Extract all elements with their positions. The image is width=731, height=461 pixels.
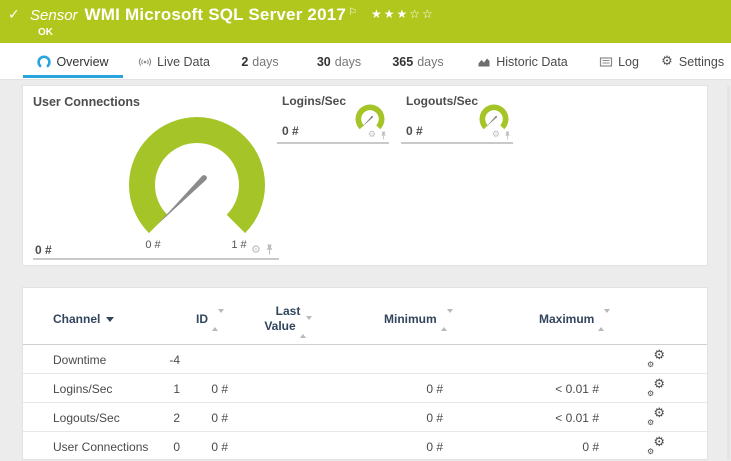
channel-settings-icon[interactable]: ⚙ ⚙ <box>647 348 665 371</box>
channel-table-panel: Channel ID Last Value Minimum Maximum Dow… <box>22 287 708 461</box>
gauge-logouts-value: 0 # <box>406 124 423 138</box>
channel-name-link[interactable]: User Connections <box>53 440 148 454</box>
sort-icons <box>299 316 312 338</box>
sensor-title-line: Sensor WMI Microsoft SQL Server 2017 ⚐ ★★★☆… <box>30 5 435 25</box>
tab-overview[interactable]: Overview <box>23 43 123 80</box>
tab-2-days-number: 2 <box>241 54 249 69</box>
tab-365-days-unit: days <box>417 54 444 69</box>
channel-name-link[interactable]: Logins/Sec <box>53 382 112 396</box>
active-tab-underline <box>23 75 123 78</box>
channel-last-value: 0 # <box>211 440 228 454</box>
channel-last-value: 0 # <box>211 382 228 396</box>
column-header-maximum[interactable]: Maximum <box>539 309 611 331</box>
gauge-logins-block: Logins/Sec 0 # ⚙ <box>277 94 389 144</box>
channel-id: 1 <box>173 382 180 396</box>
channel-name-link[interactable]: Downtime <box>53 353 106 367</box>
gear-icon[interactable]: ⚙ <box>251 244 261 255</box>
table-row: User Connections 0 0 # 0 # 0 # ⚙ ⚙ <box>23 432 707 461</box>
channel-minimum: 0 # <box>426 382 443 396</box>
priority-stars[interactable]: ★★★☆☆ <box>371 7 435 21</box>
tab-30-days-unit: days <box>334 54 362 69</box>
column-header-id[interactable]: ID <box>196 309 224 331</box>
tab-historic-data[interactable]: Historic Data <box>470 43 575 80</box>
tab-30-days-number: 30 <box>316 54 331 69</box>
channel-maximum: < 0.01 # <box>555 382 599 396</box>
tab-log-label: Log <box>618 54 639 69</box>
tab-2-days-unit: days <box>252 54 279 69</box>
gauge-needle <box>157 175 207 225</box>
sensor-kind-label: Sensor <box>30 7 78 24</box>
status-badge: OK <box>38 27 53 38</box>
table-row: Downtime -4 ⚙ ⚙ <box>23 345 707 374</box>
stars-empty: ☆☆ <box>409 7 435 21</box>
sort-icons <box>440 309 453 331</box>
gauge-logins-actions: ⚙ <box>368 131 387 140</box>
tab-settings-label: Settings <box>678 54 725 69</box>
tab-365-days[interactable]: 365 days <box>380 43 456 80</box>
column-header-minimum[interactable]: Minimum <box>384 309 453 331</box>
chart-icon <box>477 55 491 69</box>
gear-icon[interactable]: ⚙ <box>492 131 500 140</box>
channel-settings-icon[interactable]: ⚙ ⚙ <box>647 377 665 400</box>
channel-maximum: < 0.01 # <box>555 411 599 425</box>
sort-icons <box>212 309 224 331</box>
page-title: WMI Microsoft SQL Server 2017 <box>84 5 347 24</box>
column-header-last-value[interactable]: Last Value <box>260 304 316 338</box>
tab-live-data[interactable]: Live Data <box>133 43 215 80</box>
table-row: Logouts/Sec 2 0 # 0 # < 0.01 # ⚙ ⚙ <box>23 403 707 432</box>
gauge-user-connections-actions: ⚙ <box>251 244 274 255</box>
channel-id: 0 <box>173 440 180 454</box>
sort-icons <box>598 309 611 331</box>
tab-2-days[interactable]: 2 days <box>230 43 290 80</box>
settings-gear-icon: ⚙ <box>661 53 673 69</box>
sort-desc-icon <box>106 317 115 322</box>
gauge-logins-title: Logins/Sec <box>282 94 347 108</box>
tab-log[interactable]: Log <box>588 43 650 80</box>
tab-historic-data-label: Historic Data <box>496 54 568 69</box>
gauges-panel: User Connections 0 # 1 # 0 # ⚙ Logins/Se… <box>22 85 708 266</box>
channel-minimum: 0 # <box>426 440 443 454</box>
tab-live-data-label: Live Data <box>157 54 210 69</box>
gauge-user-connections-value: 0 # <box>35 243 52 257</box>
channel-settings-icon[interactable]: ⚙ ⚙ <box>647 435 665 458</box>
gauge-user-connections[interactable] <box>126 114 268 238</box>
tab-settings[interactable]: ⚙ Settings <box>658 43 726 80</box>
gauge-logouts-block: Logouts/Sec 0 # ⚙ <box>401 94 513 144</box>
gauge-section-divider <box>33 258 279 260</box>
gear-icon[interactable]: ⚙ <box>368 131 376 140</box>
gauge-logouts-actions: ⚙ <box>492 131 511 140</box>
status-check-icon: ✓ <box>8 7 20 23</box>
gauge-icon <box>37 54 52 69</box>
column-header-channel[interactable]: Channel <box>53 312 115 326</box>
channel-id: 2 <box>173 411 180 425</box>
gauge-logins-value: 0 # <box>282 124 299 138</box>
channel-settings-icon[interactable]: ⚙ ⚙ <box>647 406 665 429</box>
sensor-header-bar: ✓ Sensor WMI Microsoft SQL Server 2017 ⚐ ★★… <box>0 0 731 43</box>
log-list-icon <box>599 55 613 69</box>
table-row: Logins/Sec 1 0 # 0 # < 0.01 # ⚙ ⚙ <box>23 374 707 403</box>
channel-last-value: 0 # <box>211 411 228 425</box>
pin-icon[interactable] <box>265 244 274 255</box>
stars-filled: ★★★ <box>371 7 410 21</box>
gauge-scale-min: 0 # <box>145 239 161 251</box>
table-header-row: Channel ID Last Value Minimum Maximum <box>23 288 707 345</box>
channel-maximum: 0 # <box>582 440 599 454</box>
channel-name-link[interactable]: Logouts/Sec <box>53 411 120 425</box>
gauge-logouts-title: Logouts/Sec <box>406 94 479 108</box>
tab-overview-label: Overview <box>56 54 109 69</box>
tab-bar: Overview Live Data 2 days 30 days 365 da… <box>0 43 731 80</box>
pin-icon[interactable] <box>504 131 511 140</box>
pin-icon[interactable] <box>380 131 387 140</box>
channel-id: -4 <box>169 353 180 367</box>
flag-icon[interactable]: ⚐ <box>348 7 357 18</box>
live-data-icon <box>138 55 152 69</box>
gauge-user-connections-title: User Connections <box>33 95 140 109</box>
table-body: Downtime -4 ⚙ ⚙ Logins/Sec 1 0 # 0 # < 0.… <box>23 345 707 461</box>
channel-minimum: 0 # <box>426 411 443 425</box>
scrollbar-track[interactable] <box>727 86 730 460</box>
tab-30-days[interactable]: 30 days <box>305 43 373 80</box>
tab-365-days-number: 365 <box>392 54 414 69</box>
